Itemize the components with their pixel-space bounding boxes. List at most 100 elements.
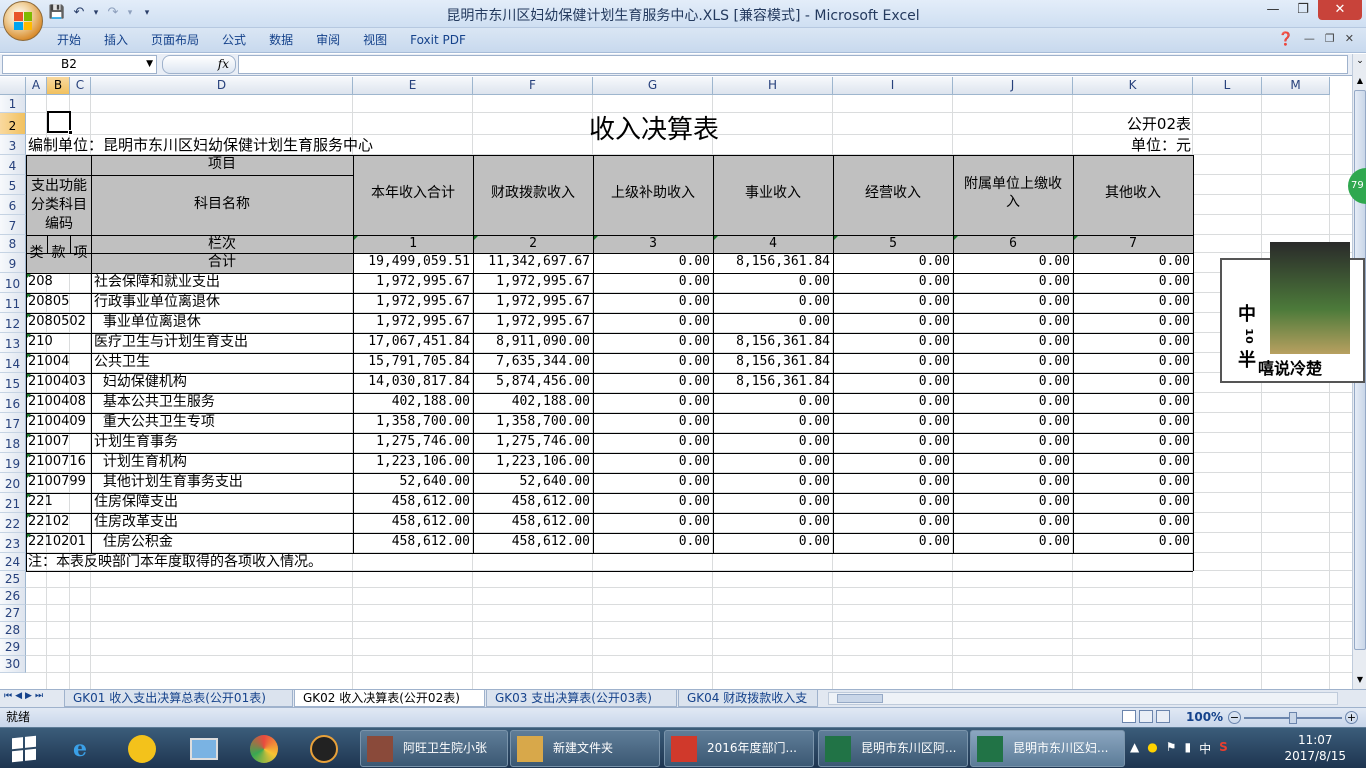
row-value[interactable]: 0.00 [1073, 373, 1193, 391]
row-value[interactable]: 0.00 [713, 513, 833, 531]
horizontal-scrollbar[interactable] [828, 692, 1338, 705]
minimize-icon[interactable]: — [1258, 0, 1288, 20]
row-value[interactable]: 0.00 [833, 493, 953, 511]
row-value[interactable]: 402,188.00 [473, 393, 593, 411]
row-subject-name[interactable]: 医疗卫生与计划生育支出 [94, 333, 353, 351]
row-value[interactable]: 0.00 [713, 393, 833, 411]
sheet-title[interactable]: 收入决算表 [474, 115, 834, 145]
help-icon[interactable]: ❓ [1278, 32, 1294, 47]
row-value[interactable]: 0.00 [593, 533, 713, 551]
row-value[interactable]: 458,612.00 [473, 513, 593, 531]
row-code[interactable]: 210 [28, 333, 91, 351]
row-value[interactable]: 8,156,361.84 [713, 333, 833, 351]
sogou-icon[interactable]: S [1219, 740, 1228, 757]
ribbon-tab-3[interactable]: 公式 [211, 32, 258, 48]
row-value[interactable]: 1,223,106.00 [353, 453, 473, 471]
form-number[interactable]: 公开02表 [1073, 115, 1191, 133]
row-subject-name[interactable]: 事业单位离退休 [94, 313, 353, 331]
sheet-tab-1[interactable]: GK01 收入支出决算总表(公开01表) [64, 690, 293, 707]
row-value[interactable]: 0.00 [1073, 513, 1193, 531]
ribbon-restore-icon[interactable]: ❐ [1325, 32, 1335, 47]
total-value-6[interactable]: 0.00 [953, 253, 1073, 271]
column-header-m[interactable]: M [1262, 77, 1330, 95]
row-code[interactable]: 221 [28, 493, 91, 511]
row-value[interactable]: 0.00 [713, 413, 833, 431]
tray-security-icon[interactable]: ● [1147, 740, 1157, 757]
row-header-9[interactable]: 9 [0, 253, 26, 273]
row-value[interactable]: 0.00 [713, 453, 833, 471]
tray-expand-icon[interactable]: ▲ [1130, 740, 1139, 757]
column-header-j[interactable]: J [953, 77, 1073, 95]
row-header-11[interactable]: 11 [0, 293, 26, 313]
row-value[interactable]: 0.00 [593, 433, 713, 451]
row-value[interactable]: 0.00 [1073, 333, 1193, 351]
row-header-12[interactable]: 12 [0, 313, 26, 333]
row-value[interactable]: 0.00 [833, 333, 953, 351]
sheet-tab-4[interactable]: GK04 财政拨款收入支 [678, 690, 818, 707]
row-value[interactable]: 0.00 [713, 533, 833, 551]
row-header-19[interactable]: 19 [0, 453, 26, 473]
row-code[interactable]: 2100409 [28, 413, 91, 431]
row-header-26[interactable]: 26 [0, 588, 26, 605]
row-code[interactable]: 22102 [28, 513, 91, 531]
row-value[interactable]: 1,972,995.67 [473, 273, 593, 291]
row-value[interactable]: 0.00 [593, 493, 713, 511]
row-value[interactable]: 0.00 [593, 273, 713, 291]
column-header-c[interactable]: C [70, 77, 91, 95]
taskbar-task-3[interactable]: 2016年度部门... [664, 730, 814, 767]
row-value[interactable]: 0.00 [953, 273, 1073, 291]
row-code[interactable]: 21004 [28, 353, 91, 371]
row-value[interactable]: 0.00 [953, 293, 1073, 311]
row-value[interactable]: 5,874,456.00 [473, 373, 593, 391]
row-subject-name[interactable]: 住房保障支出 [94, 493, 353, 511]
row-value[interactable]: 0.00 [833, 273, 953, 291]
row-header-7[interactable]: 7 [0, 215, 26, 235]
compiling-unit[interactable]: 编制单位：昆明市东川区妇幼保健计划生育服务中心 [28, 135, 528, 155]
browser-icon[interactable] [246, 732, 282, 766]
row-value[interactable]: 0.00 [1073, 473, 1193, 491]
row-header-24[interactable]: 24 [0, 553, 26, 571]
signal-icon[interactable]: ▮ [1184, 740, 1191, 757]
row-code[interactable]: 21007 [28, 433, 91, 451]
row-value[interactable]: 0.00 [1073, 493, 1193, 511]
row-value[interactable]: 0.00 [593, 453, 713, 471]
row-subject-name[interactable]: 住房公积金 [94, 533, 353, 551]
taskbar-task-4[interactable]: 昆明市东川区阿... [818, 730, 968, 767]
row-value[interactable]: 458,612.00 [353, 513, 473, 531]
row-code[interactable]: 2100403 [28, 373, 91, 391]
row-value[interactable]: 0.00 [833, 313, 953, 331]
row-value[interactable]: 0.00 [593, 413, 713, 431]
row-value[interactable]: 0.00 [833, 353, 953, 371]
row-header-8[interactable]: 8 [0, 235, 26, 253]
row-value[interactable]: 8,911,090.00 [473, 333, 593, 351]
row-value[interactable]: 0.00 [1073, 293, 1193, 311]
row-value[interactable]: 0.00 [1073, 273, 1193, 291]
insert-function-button[interactable]: fx [162, 55, 236, 74]
sheet-tab-3[interactable]: GK03 支出决算表(公开03表) [486, 690, 677, 707]
network-icon[interactable]: ⚑ [1166, 740, 1177, 757]
row-subject-name[interactable]: 公共卫生 [94, 353, 353, 371]
row-value[interactable]: 0.00 [1073, 393, 1193, 411]
column-header-g[interactable]: G [593, 77, 713, 95]
normal-view-icon[interactable] [1122, 710, 1136, 723]
taskbar-task-1[interactable]: 阿旺卫生院小张 [360, 730, 508, 767]
taskbar-task-5[interactable]: 昆明市东川区妇... [970, 730, 1125, 767]
row-header-28[interactable]: 28 [0, 622, 26, 639]
zoom-in-icon[interactable]: + [1345, 711, 1358, 724]
row-header-6[interactable]: 6 [0, 195, 26, 215]
row-value[interactable]: 0.00 [593, 333, 713, 351]
row-header-13[interactable]: 13 [0, 333, 26, 353]
row-header-30[interactable]: 30 [0, 656, 26, 673]
row-value[interactable]: 0.00 [953, 473, 1073, 491]
row-value[interactable]: 0.00 [713, 293, 833, 311]
row-value[interactable]: 0.00 [953, 353, 1073, 371]
table-note[interactable]: 注：本表反映部门本年度取得的各项收入情况。 [28, 553, 628, 571]
row-code[interactable]: 208 [28, 273, 91, 291]
total-value-1[interactable]: 19,499,059.51 [353, 253, 473, 271]
row-header-21[interactable]: 21 [0, 493, 26, 513]
row-header-16[interactable]: 16 [0, 393, 26, 413]
row-subject-name[interactable]: 社会保障和就业支出 [94, 273, 353, 291]
ribbon-tab-2[interactable]: 页面布局 [140, 32, 211, 48]
ime-indicator[interactable]: 中 [1199, 740, 1211, 757]
row-value[interactable]: 0.00 [953, 333, 1073, 351]
